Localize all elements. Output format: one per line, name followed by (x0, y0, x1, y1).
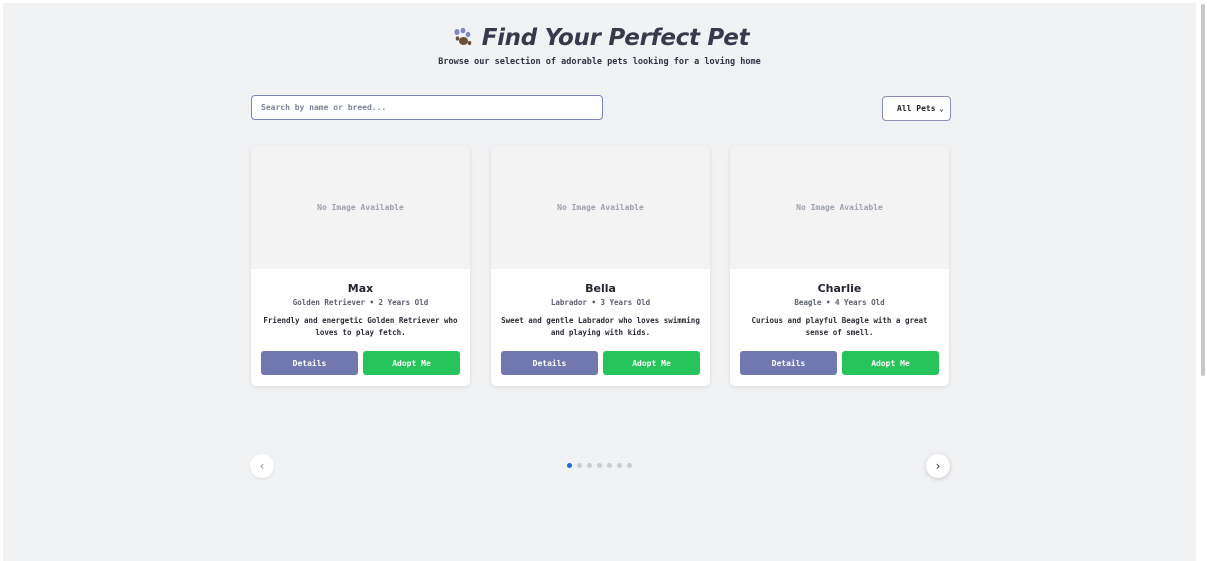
chevron-right-icon: › (935, 459, 941, 473)
chevron-left-icon: ‹ (259, 459, 265, 473)
page-title: Find Your Perfect Pet (481, 25, 750, 51)
chevron-down-icon: ⌄ (939, 104, 944, 113)
page-subtitle: Browse our selection of adorable pets lo… (438, 57, 761, 67)
carousel-pagination (567, 463, 632, 468)
pet-meta: Golden Retriever • 2 Years Old (292, 298, 429, 307)
pet-filter-select[interactable]: All Pets ⌄ (882, 96, 951, 121)
pet-description: Curious and playful Beagle with a great … (751, 316, 928, 337)
pet-meta: Beagle • 4 Years Old (794, 298, 885, 307)
pet-image-placeholder: No Image Available (251, 146, 470, 269)
pet-name: Max (347, 282, 374, 295)
pet-card: No Image Available Bella Labrador • 3 Ye… (491, 146, 710, 386)
carousel-dot[interactable] (567, 463, 572, 468)
adopt-button[interactable]: Adopt Me (603, 351, 700, 375)
search-input[interactable] (251, 95, 603, 120)
page-background: Find Your Perfect Pet Browse our selecti… (3, 3, 1196, 561)
pet-card: No Image Available Max Golden Retriever … (251, 146, 470, 386)
scrollbar-thumb[interactable] (1201, 4, 1205, 376)
details-button[interactable]: Details (261, 351, 358, 375)
page-header: Find Your Perfect Pet Browse our selecti… (3, 25, 1196, 67)
pet-description: Friendly and energetic Golden Retriever … (263, 316, 458, 337)
pet-name: Bella (585, 282, 616, 295)
pet-image-placeholder: No Image Available (491, 146, 710, 269)
carousel-next-button[interactable]: › (926, 454, 950, 478)
carousel-prev-button[interactable]: ‹ (250, 454, 274, 478)
carousel-dot[interactable] (587, 463, 592, 468)
pet-filter-value: All Pets (897, 104, 936, 113)
carousel-dot[interactable] (627, 463, 632, 468)
adopt-button[interactable]: Adopt Me (363, 351, 460, 375)
carousel-dot[interactable] (597, 463, 602, 468)
carousel-dot[interactable] (577, 463, 582, 468)
pet-name: Charlie (817, 282, 862, 295)
paw-icon (450, 26, 474, 50)
carousel-dot[interactable] (607, 463, 612, 468)
carousel-dot[interactable] (617, 463, 622, 468)
pet-meta: Labrador • 3 Years Old (550, 298, 651, 307)
adopt-button[interactable]: Adopt Me (842, 351, 939, 375)
pet-image-placeholder: No Image Available (730, 146, 949, 269)
details-button[interactable]: Details (501, 351, 598, 375)
pet-card: No Image Available Charlie Beagle • 4 Ye… (730, 146, 949, 386)
pet-description: Sweet and gentle Labrador who loves swim… (501, 316, 700, 337)
details-button[interactable]: Details (740, 351, 837, 375)
